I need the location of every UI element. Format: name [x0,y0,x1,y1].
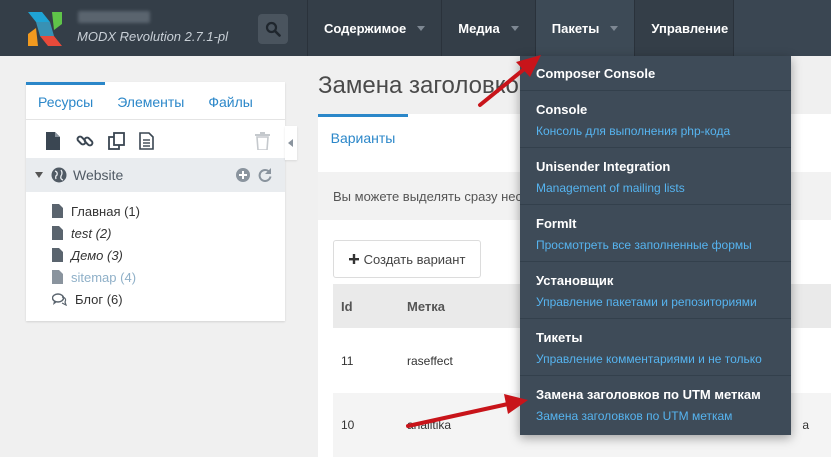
nav-manage-label: Управление [651,20,729,36]
nav-content-label: Содержимое [324,20,407,36]
comments-icon [52,292,67,306]
tree-toolbar [26,120,285,158]
collapse-sidebar-button[interactable] [285,126,297,160]
tree-item[interactable]: Демо (3) [26,244,285,266]
top-bar-user-area [733,0,831,56]
cell-id: 11 [341,353,354,368]
cell-label: analitika [407,418,452,432]
modx-logo[interactable] [26,10,64,48]
menu-item-console[interactable]: Console Консоль для выполнения php-кода [520,91,791,148]
resource-tree-panel: Ресурсы Элементы Файлы Website Главная (… [26,82,285,321]
nav-content[interactable]: Содержимое [307,0,442,56]
menu-item-utm-titles[interactable]: Замена заголовков по UTM меткам Замена з… [520,376,791,433]
menu-item-title: Тикеты [536,330,583,345]
menu-item-title: Замена заголовков по UTM меткам [536,387,761,402]
column-header-id[interactable]: Id [333,299,399,314]
menu-item-title: Установщик [536,273,614,288]
tree-tabs: Ресурсы Элементы Файлы [26,82,285,120]
menu-item-title: Unisender Integration [536,159,671,174]
menu-item-description: Management of mailing lists [536,181,685,195]
tree-root-website[interactable]: Website [26,158,285,192]
tree-item[interactable]: Блог (6) [26,288,285,310]
nav-packages[interactable]: Пакеты [534,0,635,56]
new-document-icon[interactable] [46,132,60,150]
menu-item-composer-console[interactable]: Composer Console [520,56,791,91]
caret-down-icon[interactable] [35,172,43,178]
link-icon[interactable] [76,132,94,150]
document-text-icon[interactable] [139,132,154,150]
document-icon [52,270,63,284]
cell-extra: a [802,418,809,432]
search-button[interactable] [258,14,288,44]
nav-media-label: Медиа [458,20,500,36]
top-navigation: Содержимое Медиа Пакеты Управление [307,0,764,56]
tree-item[interactable]: sitemap (4) [26,266,285,288]
nav-media[interactable]: Медиа [441,0,535,56]
search-icon [265,21,281,37]
create-variant-label: Создать вариант [363,251,466,267]
trash-icon[interactable] [255,132,270,150]
create-variant-button[interactable]: Создать вариант [333,240,481,278]
globe-icon [51,167,67,183]
column-header-label[interactable]: Метка [399,299,445,314]
menu-item-description: Управление комментариями и не только [536,352,762,366]
tree-item-label: Демо (3) [71,247,123,263]
tree-root-label: Website [73,167,124,183]
page-title: Замена заголовков [318,72,532,99]
tab-resources[interactable]: Ресурсы [26,82,106,119]
tree-item[interactable]: test (2) [26,222,285,244]
site-name[interactable] [78,11,150,23]
nav-packages-label: Пакеты [551,20,600,36]
add-circle-icon[interactable] [236,168,250,182]
plus-icon [348,254,359,264]
cell-label: raseffect [407,353,453,368]
menu-item-title: Console [536,102,588,117]
menu-item-title: FormIt [536,216,577,231]
document-icon [52,226,63,240]
tree-item[interactable]: Главная (1) [26,200,285,222]
chevron-down-icon [510,25,519,31]
version-label: MODX Revolution 2.7.1-pl [77,29,229,44]
tree-item-label: test (2) [71,225,112,241]
tree-item-label: Блог (6) [75,291,123,307]
duplicate-icon[interactable] [108,132,126,150]
top-bar: MODX Revolution 2.7.1-pl Содержимое Меди… [0,0,831,56]
menu-item-unisender[interactable]: Unisender Integration Management of mail… [520,148,791,205]
tree-item-label: sitemap (4) [71,269,137,285]
menu-item-description: Просмотреть все заполненные формы [536,238,752,252]
menu-item-description: Замена заголовков по UTM меткам [536,409,733,423]
chevron-down-icon [610,25,619,31]
packages-dropdown-menu: Composer Console Console Консоль для вып… [520,56,791,435]
menu-item-installer[interactable]: Установщик Управление пакетами и репозит… [520,262,791,319]
document-icon [52,248,63,262]
menu-item-description: Консоль для выполнения php-кода [536,124,731,138]
tab-variants[interactable]: Варианты [318,114,408,158]
menu-item-description: Управление пакетами и репозиториями [536,295,757,309]
tab-files[interactable]: Файлы [196,82,264,119]
menu-item-formit[interactable]: FormIt Просмотреть все заполненные формы [520,205,791,262]
document-icon [52,204,63,218]
cell-id: 10 [341,418,355,432]
refresh-icon[interactable] [258,168,272,182]
menu-item-title: Composer Console [536,66,656,81]
tab-elements[interactable]: Элементы [105,82,196,119]
chevron-down-icon [417,25,426,31]
menu-item-tickets[interactable]: Тикеты Управление комментариями и не тол… [520,319,791,376]
tree-item-label: Главная (1) [71,203,140,219]
